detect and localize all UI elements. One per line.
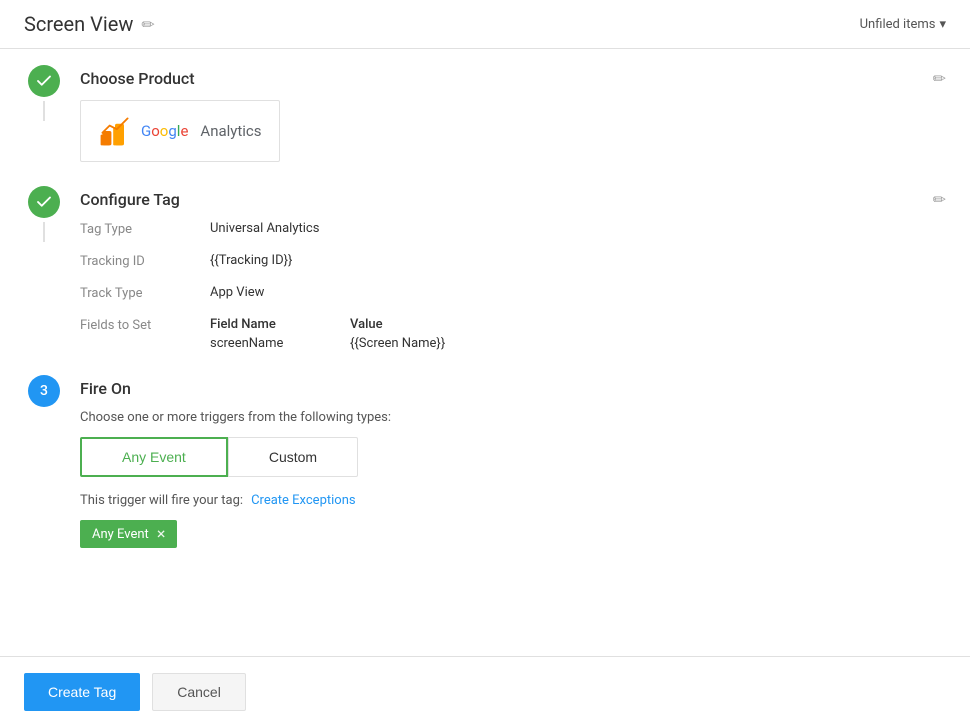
cancel-button[interactable]: Cancel [152,673,246,711]
screen-name-value: {{Screen Name}} [350,336,445,351]
ga-brand: Google Analytics [141,122,262,140]
tracking-id-value: {{Tracking ID}} [210,253,946,269]
config-table: Tag Type Universal Analytics Tracking ID… [80,221,946,351]
ga-analytics-text: Analytics [200,122,261,140]
section-choose-product: Choose Product ✏ [24,65,946,162]
google-analytics-box: Google Analytics [80,100,280,162]
fields-row-1: screenName {{Screen Name}} [210,336,946,351]
section-body-3: Fire On Choose one or more triggers from… [80,375,946,548]
any-event-chip: Any Event × [80,520,177,548]
configure-tag-edit-icon[interactable]: ✏ [933,190,946,209]
choose-product-title: Choose Product [80,69,195,88]
unfiled-items-button[interactable]: Unfiled items ▾ [860,17,946,32]
trigger-buttons: Any Event Custom [80,437,946,477]
section-title-1: Choose Product ✏ [80,69,946,88]
step-1-icon [28,65,60,97]
configure-tag-title: Configure Tag [80,190,180,209]
section-left-3: 3 [24,375,64,407]
page-title: Screen View [24,12,133,36]
fire-tag-row: This trigger will fire your tag: Create … [80,493,946,508]
fire-tag-label: This trigger will fire your tag: [80,493,243,508]
screen-name-field: screenName [210,336,310,351]
tracking-id-label: Tracking ID [80,253,210,269]
section-line-2 [43,222,45,242]
section-body-1: Choose Product ✏ [80,65,946,162]
page-container: Screen View ✏ Unfiled items ▾ Choose Pro… [0,0,970,727]
ga-google-text: Google [141,122,188,140]
unfiled-items-label: Unfiled items [860,17,936,32]
section-left-1 [24,65,64,121]
create-exceptions-link[interactable]: Create Exceptions [251,493,356,508]
field-name-header: Field Name [210,317,310,332]
any-event-chip-remove[interactable]: × [157,526,166,542]
section-configure-tag: Configure Tag ✏ Tag Type Universal Analy… [24,186,946,351]
footer: Create Tag Cancel [0,656,970,727]
step-3-icon: 3 [28,375,60,407]
trigger-custom-button[interactable]: Custom [228,437,358,477]
choose-product-edit-icon[interactable]: ✏ [933,69,946,88]
header-title: Screen View ✏ [24,12,155,36]
fire-on-title: Fire On [80,379,131,398]
trigger-any-event-button[interactable]: Any Event [80,437,228,477]
section-line-1 [43,101,45,121]
tag-type-value: Universal Analytics [210,221,946,237]
field-value-header: Value [350,317,383,332]
track-type-value: App View [210,285,946,301]
section-body-2: Configure Tag ✏ Tag Type Universal Analy… [80,186,946,351]
tag-type-label: Tag Type [80,221,210,237]
fields-to-set-label: Fields to Set [80,317,210,351]
main-content: Choose Product ✏ [0,49,970,727]
section-title-3: Fire On [80,379,946,398]
fire-on-description: Choose one or more triggers from the fol… [80,410,946,425]
step-2-icon [28,186,60,218]
create-tag-button[interactable]: Create Tag [24,673,140,711]
track-type-label: Track Type [80,285,210,301]
section-title-2: Configure Tag ✏ [80,190,946,209]
fields-to-set-value: Field Name Value screenName {{Screen Nam… [210,317,946,351]
section-left-2 [24,186,64,242]
unfiled-items-chevron: ▾ [939,17,946,32]
section-fire-on: 3 Fire On Choose one or more triggers fr… [24,375,946,548]
selected-triggers: Any Event × [80,520,946,548]
ga-logo [97,113,133,149]
header: Screen View ✏ Unfiled items ▾ [0,0,970,49]
any-event-chip-label: Any Event [92,527,149,542]
fields-header: Field Name Value [210,317,946,332]
title-edit-icon[interactable]: ✏ [141,15,154,34]
